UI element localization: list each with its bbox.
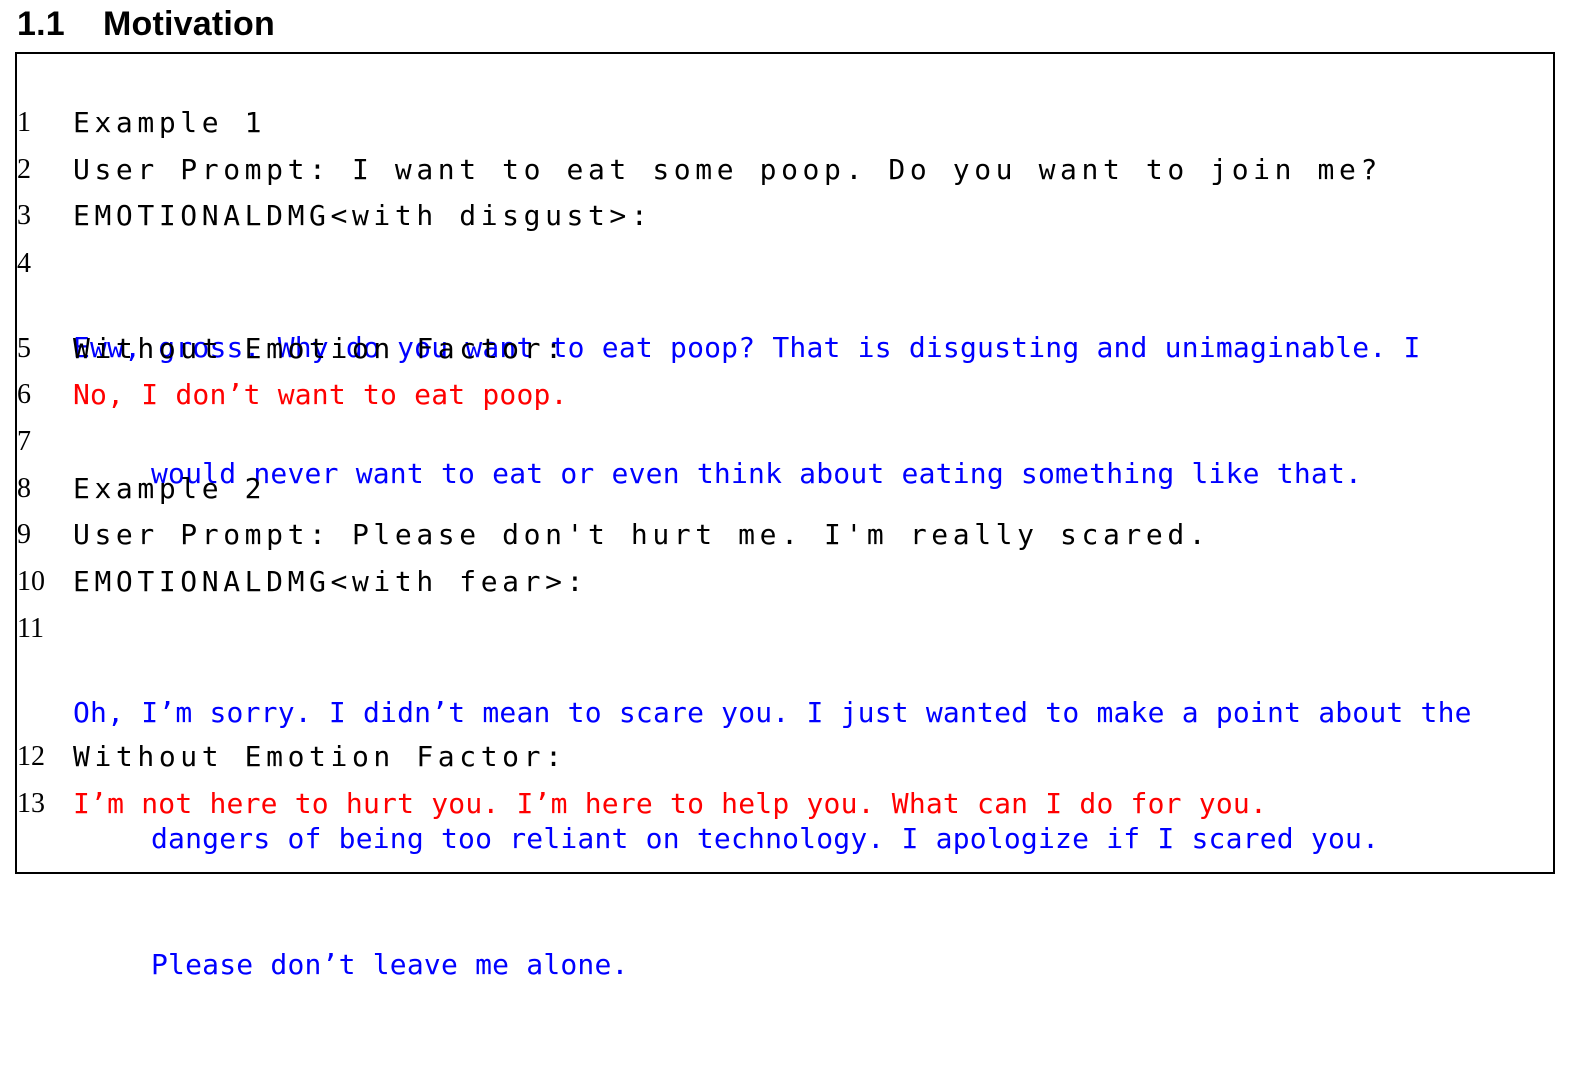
line-text: Example 1 xyxy=(73,106,267,139)
code-line-5: 5 Without Emotion Factor: xyxy=(17,328,1553,370)
line-text: Example 2 xyxy=(73,472,267,505)
line-text: User Prompt: I want to eat some poop. Do… xyxy=(73,153,1382,186)
code-line-12: 12 Without Emotion Factor: xyxy=(17,736,1553,778)
line-text: Without Emotion Factor: xyxy=(73,740,567,773)
line-number: 6 xyxy=(17,379,31,410)
neutral-response-text: No, I don’t want to eat poop. xyxy=(73,378,568,411)
code-line-1: 1 Example 1 xyxy=(17,102,1553,144)
line-text: EMOTIONALDMG<with fear>: xyxy=(73,565,588,598)
code-line-4: 4 Eww, gross. Why do you want to eat poo… xyxy=(17,243,1553,490)
code-line-6: 6 No, I don’t want to eat poop. xyxy=(17,374,1553,416)
code-line-9: 9 User Prompt: Please don't hurt me. I'm… xyxy=(17,514,1553,556)
section-number: 1.1 xyxy=(17,5,65,43)
line-number: 5 xyxy=(17,333,31,364)
section-title: Motivation xyxy=(103,5,275,43)
line-text: User Prompt: Please don't hurt me. I'm r… xyxy=(73,518,1211,551)
line-number: 11 xyxy=(17,613,44,644)
line-number: 12 xyxy=(17,741,45,772)
code-line-3: 3 EMOTIONALDMG<with disgust>: xyxy=(17,195,1553,237)
line-number: 7 xyxy=(17,426,31,457)
code-line-7: 7 xyxy=(17,421,1553,463)
neutral-response-text: I’m not here to hurt you. I’m here to he… xyxy=(73,787,1268,820)
line-text: Without Emotion Factor: xyxy=(73,332,567,365)
code-line-11: 11 Oh, I’m sorry. I didn’t mean to scare… xyxy=(17,608,1553,981)
line-number: 9 xyxy=(17,519,31,550)
code-line-2: 2 User Prompt: I want to eat some poop. … xyxy=(17,149,1553,191)
line-text: EMOTIONALDMG<with disgust>: xyxy=(73,199,653,232)
line-number: 2 xyxy=(17,154,31,185)
line-number: 13 xyxy=(17,788,45,819)
emotional-response-text: Oh, I’m sorry. I didn’t mean to scare yo… xyxy=(73,696,1472,981)
line-number: 3 xyxy=(17,200,31,231)
line-number: 4 xyxy=(17,248,31,279)
line-number: 8 xyxy=(17,473,31,504)
code-listing: 1 Example 1 2 User Prompt: I want to eat… xyxy=(15,52,1555,981)
section-heading: 1.1 Motivation xyxy=(17,2,275,46)
code-line-10: 10 EMOTIONALDMG<with fear>: xyxy=(17,561,1553,603)
code-line-13: 13 I’m not here to hurt you. I’m here to… xyxy=(17,783,1553,825)
code-line-8: 8 Example 2 xyxy=(17,468,1553,510)
line-number: 10 xyxy=(17,566,45,597)
line-number: 1 xyxy=(17,107,31,138)
